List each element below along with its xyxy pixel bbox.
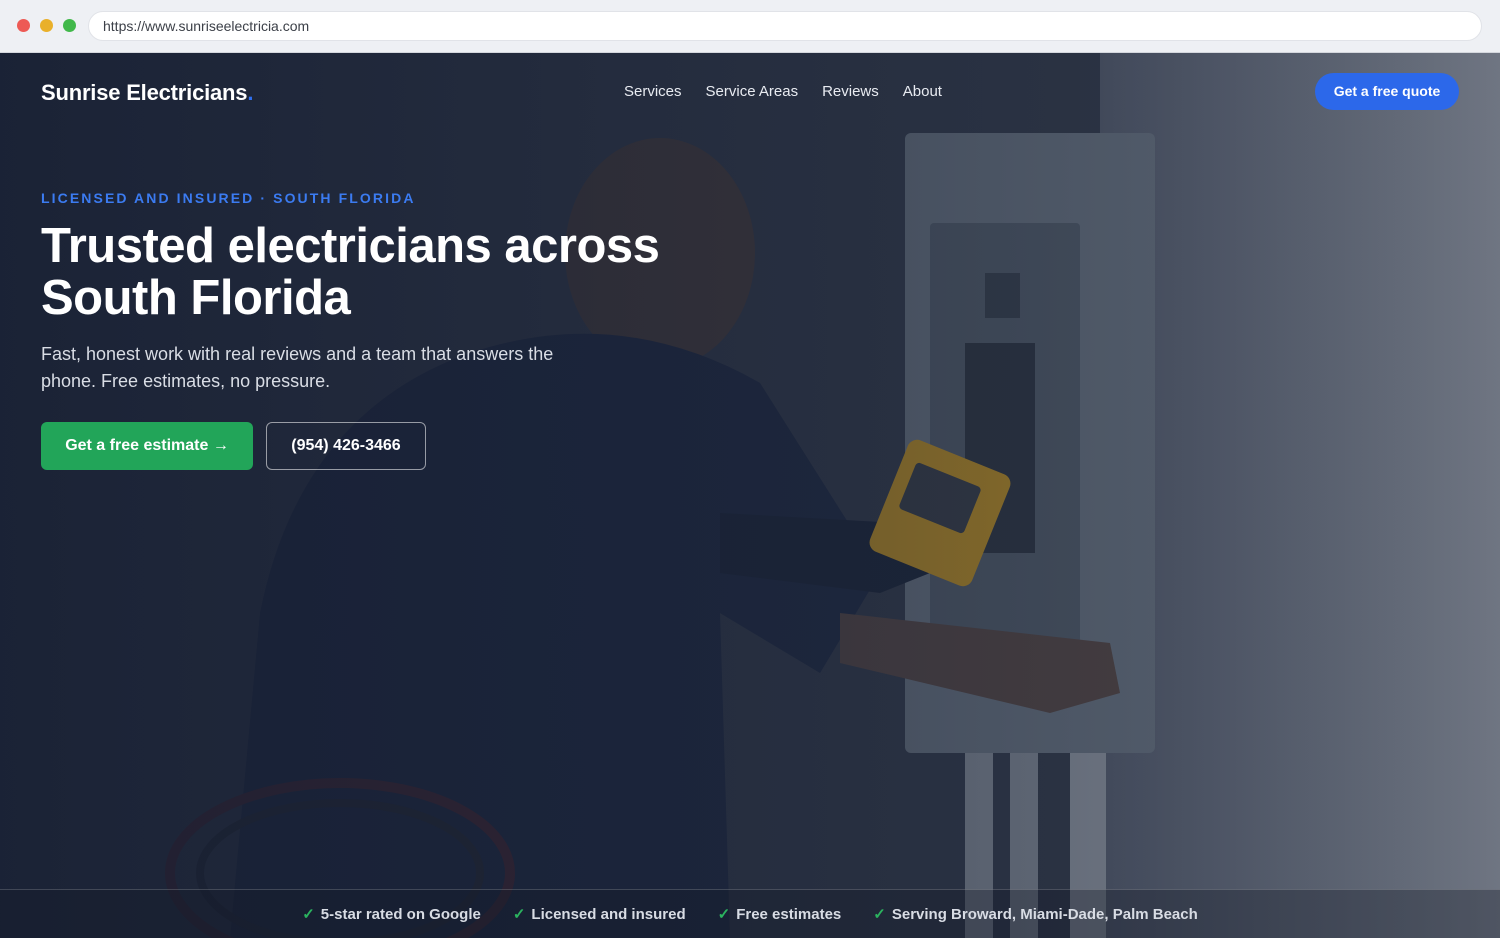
- trust-item-google-rating: ✓ 5-star rated on Google: [302, 905, 481, 924]
- trust-item-label: Free estimates: [736, 905, 842, 923]
- nav-link-about[interactable]: About: [903, 83, 942, 100]
- nav-link-services[interactable]: Services: [624, 83, 682, 100]
- hero-background-photo: [0, 53, 1500, 938]
- trust-bar: ✓ 5-star rated on Google ✓ Licensed and …: [0, 889, 1500, 938]
- brand-dot: .: [247, 80, 254, 105]
- trust-item-label: Licensed and insured: [531, 905, 686, 923]
- nav-link-reviews[interactable]: Reviews: [822, 83, 879, 100]
- phone-call-button[interactable]: (954) 426-3466: [266, 422, 426, 470]
- trust-item-label: Serving Broward, Miami-Dade, Palm Beach: [891, 905, 1198, 923]
- checkmark-icon: ✓: [302, 906, 315, 923]
- trust-item-licensed: ✓ Licensed and insured: [512, 905, 686, 924]
- checkmark-icon: ✓: [717, 906, 731, 923]
- address-bar[interactable]: https://www.sunriseelectricia.com: [88, 11, 1482, 41]
- get-free-estimate-button[interactable]: Get a free estimate →: [41, 422, 253, 470]
- hero-headline-line-1: Trusted electricians across: [41, 219, 660, 273]
- hero-headline-line-2: South Florida: [41, 271, 351, 325]
- brand-logo[interactable]: Sunrise Electricians.: [41, 80, 253, 106]
- checkmark-icon: ✓: [873, 906, 886, 923]
- brand-name: Sunrise Electricians: [41, 80, 248, 105]
- nav-link-service-areas[interactable]: Service Areas: [706, 83, 799, 100]
- trust-item-service-area: ✓ Serving Broward, Miami-Dade, Palm Beac…: [873, 905, 1198, 924]
- close-window-button[interactable]: [17, 19, 30, 32]
- trust-item-label: 5-star rated on Google: [320, 905, 481, 923]
- trust-item-free-estimates: ✓ Free estimates: [717, 905, 842, 924]
- hero-eyebrow: LICENSED AND INSURED · SOUTH FLORIDA: [41, 190, 416, 206]
- browser-chrome: https://www.sunriseelectricia.com: [0, 0, 1500, 53]
- hero-section: Sunrise Electricians. Services Service A…: [0, 53, 1500, 938]
- hero-headline: Trusted electricians across South Florid…: [41, 220, 741, 324]
- hero-subtitle: Fast, honest work with real reviews and …: [41, 344, 554, 391]
- maximize-window-button[interactable]: [63, 19, 76, 32]
- checkmark-icon: ✓: [512, 906, 526, 923]
- minimize-window-button[interactable]: [40, 19, 53, 32]
- get-free-quote-button[interactable]: Get a free quote: [1315, 73, 1459, 110]
- main-nav: Services Service Areas Reviews About: [624, 83, 942, 100]
